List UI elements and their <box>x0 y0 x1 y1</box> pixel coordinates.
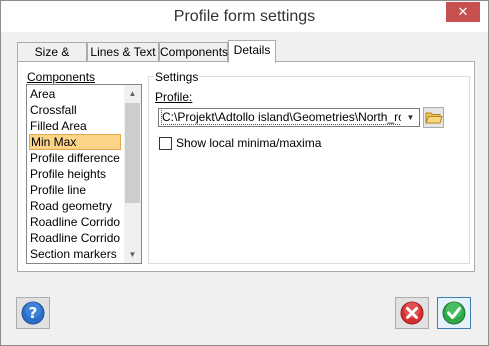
components-scrollbar[interactable]: ▲ ▼ <box>124 85 141 263</box>
svg-text:?: ? <box>29 304 38 322</box>
show-local-minmax-label[interactable]: Show local minima/maxima <box>176 136 321 150</box>
list-item[interactable]: Crossfall <box>29 102 121 118</box>
tab-size-scale[interactable]: Size & Scale <box>17 42 87 77</box>
components-listbox[interactable]: Area Crossfall Filled Area Min Max Profi… <box>26 84 142 264</box>
show-local-minmax-checkbox[interactable] <box>159 137 172 150</box>
list-item[interactable]: Profile line <box>29 182 121 198</box>
window-title: Profile form settings <box>173 8 316 25</box>
tab-lines-text[interactable]: Lines & Text <box>87 42 159 62</box>
cancel-icon <box>400 301 424 325</box>
cancel-button[interactable] <box>395 297 429 329</box>
profile-label: Profile: <box>155 90 193 104</box>
scroll-up-icon[interactable]: ▲ <box>124 85 141 102</box>
list-item[interactable]: Roadline Corrido <box>29 230 121 246</box>
folder-icon <box>425 112 443 124</box>
ok-button[interactable] <box>437 297 471 329</box>
list-item[interactable]: Area <box>29 86 121 102</box>
list-item[interactable]: Road geometry <box>29 198 121 214</box>
list-item[interactable]: Profile difference <box>29 150 121 166</box>
close-button[interactable]: ✕ <box>446 2 480 22</box>
ok-icon <box>442 301 466 325</box>
list-item[interactable]: Profile heights <box>29 166 121 182</box>
profile-combobox[interactable]: C:\Projekt\Adtollo island\Geometries\Nor… <box>158 108 420 127</box>
browse-button[interactable] <box>423 107 444 128</box>
list-item[interactable]: Roadline Corrido <box>29 214 121 230</box>
profile-path: C:\Projekt\Adtollo island\Geometries\Nor… <box>161 110 401 125</box>
tab-details[interactable]: Details <box>228 40 276 63</box>
scroll-thumb[interactable] <box>125 103 140 203</box>
help-icon: ? <box>21 301 45 325</box>
tab-components[interactable]: Components <box>159 42 228 62</box>
scroll-down-icon[interactable]: ▼ <box>124 246 141 263</box>
dialog-window: Profile form settings ✕ Size & Scale Lin… <box>0 0 489 346</box>
chevron-down-icon[interactable]: ▼ <box>402 109 419 126</box>
title-bar: Profile form settings ✕ <box>1 1 488 32</box>
help-button[interactable]: ? <box>16 297 50 329</box>
settings-group <box>148 76 470 264</box>
list-item-selected[interactable]: Min Max <box>29 134 121 150</box>
details-panel: Components Area Crossfall Filled Area Mi… <box>17 61 475 272</box>
list-item[interactable]: Section markers <box>29 246 121 262</box>
components-label: Components <box>27 70 96 84</box>
list-item[interactable]: Filled Area <box>29 118 121 134</box>
settings-group-label: Settings <box>154 70 200 84</box>
